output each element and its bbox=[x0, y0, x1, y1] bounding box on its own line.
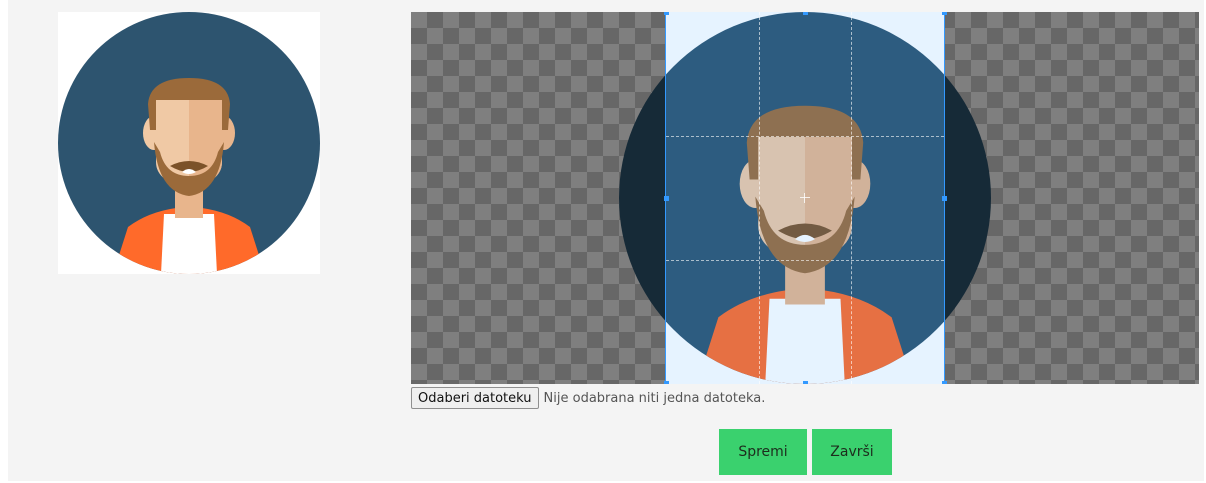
file-input: Odaberi datoteku Nije odabrana niti jedn… bbox=[411, 386, 765, 410]
crop-handle-sw[interactable] bbox=[664, 381, 669, 384]
file-status-text: Nije odabrana niti jedna datoteka. bbox=[543, 390, 766, 406]
crop-guide-line bbox=[759, 12, 760, 384]
crop-handle-nw[interactable] bbox=[664, 12, 669, 15]
choose-file-button[interactable]: Odaberi datoteku bbox=[411, 387, 539, 409]
crop-handle-e[interactable] bbox=[942, 196, 947, 201]
crop-center-icon bbox=[800, 193, 810, 203]
save-button[interactable]: Spremi bbox=[719, 429, 807, 475]
finish-button[interactable]: Završi bbox=[812, 429, 892, 475]
crop-handle-s[interactable] bbox=[803, 381, 808, 384]
crop-handle-n[interactable] bbox=[803, 12, 808, 15]
crop-guide-line bbox=[666, 260, 944, 261]
crop-guide-line bbox=[666, 136, 944, 137]
avatar-preview-image bbox=[58, 12, 320, 274]
crop-handle-ne[interactable] bbox=[942, 12, 947, 15]
crop-box[interactable] bbox=[665, 12, 945, 384]
crop-handle-se[interactable] bbox=[942, 381, 947, 384]
image-cropper[interactable] bbox=[411, 12, 1199, 384]
crop-guide-line bbox=[851, 12, 852, 384]
crop-handle-w[interactable] bbox=[664, 196, 669, 201]
avatar-preview bbox=[58, 12, 320, 274]
